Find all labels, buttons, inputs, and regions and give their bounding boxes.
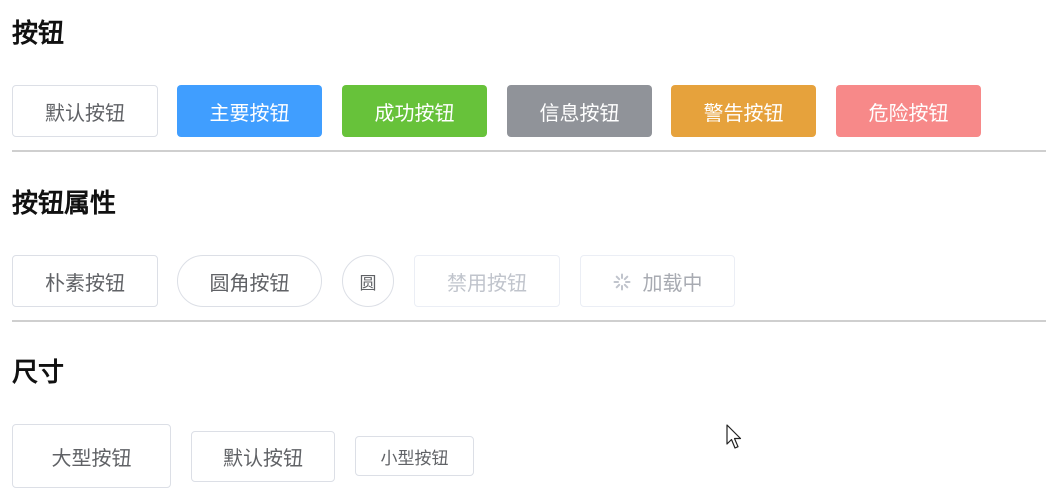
section-title-size: 尺寸 — [12, 358, 65, 388]
danger-button[interactable]: 危险按钮 — [836, 85, 981, 137]
primary-button[interactable]: 主要按钮 — [177, 85, 322, 137]
divider — [12, 320, 1046, 322]
plain-button[interactable]: 朴素按钮 — [12, 255, 158, 307]
mouse-cursor-icon — [726, 424, 742, 449]
success-button[interactable]: 成功按钮 — [342, 85, 487, 137]
small-button[interactable]: 小型按钮 — [355, 436, 474, 476]
warning-button[interactable]: 警告按钮 — [671, 85, 816, 137]
round-button[interactable]: 圆角按钮 — [177, 255, 322, 307]
circle-button[interactable]: 圆 — [342, 255, 394, 307]
loading-label: 加载中 — [642, 270, 703, 295]
section-title-buttons: 按钮 — [12, 19, 65, 49]
info-button[interactable]: 信息按钮 — [507, 85, 652, 137]
default-button[interactable]: 默认按钮 — [12, 85, 158, 137]
loading-button[interactable]: 加载中 — [580, 255, 735, 307]
section-title-button-attributes: 按钮属性 — [12, 189, 117, 219]
loading-spinner-icon — [613, 272, 631, 291]
default-size-button[interactable]: 默认按钮 — [191, 431, 335, 482]
disabled-button: 禁用按钮 — [414, 255, 560, 307]
divider — [12, 150, 1046, 152]
large-button[interactable]: 大型按钮 — [12, 424, 171, 488]
